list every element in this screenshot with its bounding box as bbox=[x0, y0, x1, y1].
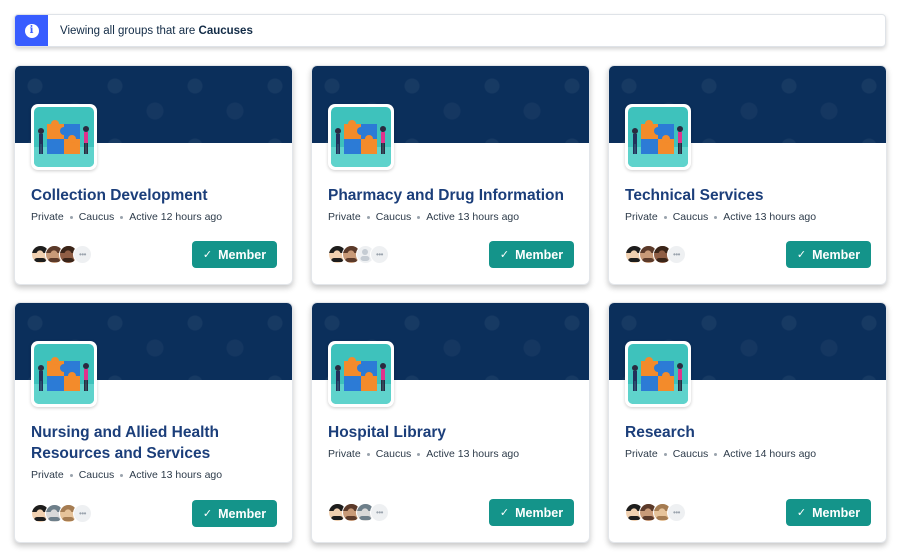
member-button[interactable]: ✓ Member bbox=[489, 499, 574, 526]
group-activity: Active 13 hours ago bbox=[723, 211, 817, 223]
group-title[interactable]: Nursing and Allied Health Resources and … bbox=[31, 422, 281, 464]
member-button[interactable]: ✓ Member bbox=[192, 241, 277, 268]
member-button[interactable]: ✓ Member bbox=[786, 499, 871, 526]
group-meta: Private Caucus Active 14 hours ago bbox=[625, 448, 816, 460]
check-icon: ✓ bbox=[796, 249, 807, 261]
member-button-label: Member bbox=[218, 506, 267, 521]
group-type: Caucus bbox=[672, 211, 709, 223]
group-members[interactable]: ••• bbox=[31, 504, 92, 523]
separator-dot bbox=[120, 215, 124, 219]
member-button-label: Member bbox=[515, 505, 564, 520]
group-meta: Private Caucus Active 12 hours ago bbox=[31, 211, 222, 223]
check-icon: ✓ bbox=[499, 249, 510, 261]
group-title[interactable]: Pharmacy and Drug Information bbox=[328, 185, 578, 206]
member-button-label: Member bbox=[515, 247, 564, 262]
group-title[interactable]: Research bbox=[625, 422, 875, 443]
notice-prefix: Viewing all groups that are bbox=[60, 24, 199, 37]
separator-dot bbox=[417, 452, 421, 456]
group-activity: Active 12 hours ago bbox=[129, 211, 223, 223]
member-button-label: Member bbox=[218, 247, 267, 262]
group-card[interactable]: Hospital Library Private Caucus Active 13 h… bbox=[311, 302, 590, 543]
more-members-icon[interactable]: ••• bbox=[370, 245, 389, 264]
group-members[interactable]: ••• bbox=[625, 503, 686, 522]
group-meta: Private Caucus Active 13 hours ago bbox=[31, 469, 222, 481]
separator-dot bbox=[69, 473, 73, 477]
notice-group-type: Caucuses bbox=[198, 24, 253, 37]
separator-dot bbox=[120, 473, 124, 477]
check-icon: ✓ bbox=[202, 508, 213, 520]
group-type: Caucus bbox=[375, 211, 412, 223]
group-avatar[interactable] bbox=[328, 341, 394, 407]
group-activity: Active 13 hours ago bbox=[426, 211, 520, 223]
group-card[interactable]: Technical Services Private Caucus Active 13… bbox=[608, 65, 887, 285]
notice-text: Viewing all groups that are Caucuses bbox=[60, 25, 253, 37]
group-puzzle-image bbox=[331, 344, 391, 404]
group-avatar[interactable] bbox=[625, 341, 691, 407]
separator-dot bbox=[69, 215, 73, 219]
group-activity: Active 13 hours ago bbox=[129, 469, 223, 481]
group-type: Caucus bbox=[78, 211, 115, 223]
group-avatar[interactable] bbox=[625, 104, 691, 170]
group-privacy: Private bbox=[31, 211, 64, 223]
group-puzzle-image bbox=[628, 107, 688, 167]
group-meta: Private Caucus Active 13 hours ago bbox=[328, 211, 519, 223]
group-activity: Active 13 hours ago bbox=[426, 448, 520, 460]
group-activity: Active 14 hours ago bbox=[723, 448, 817, 460]
group-card[interactable]: Research Private Caucus Active 14 hours ago… bbox=[608, 302, 887, 543]
group-title[interactable]: Collection Development bbox=[31, 185, 281, 206]
group-puzzle-image bbox=[34, 344, 94, 404]
more-members-icon[interactable]: ••• bbox=[667, 245, 686, 264]
check-icon: ✓ bbox=[202, 249, 213, 261]
member-button-label: Member bbox=[812, 505, 861, 520]
check-icon: ✓ bbox=[796, 507, 807, 519]
separator-dot bbox=[714, 215, 718, 219]
group-privacy: Private bbox=[328, 448, 361, 460]
group-members[interactable]: ••• bbox=[328, 503, 389, 522]
check-icon: ✓ bbox=[499, 507, 510, 519]
group-puzzle-image bbox=[34, 107, 94, 167]
separator-dot bbox=[663, 452, 667, 456]
group-card[interactable]: Collection Development Private Caucus Activ… bbox=[14, 65, 293, 285]
group-type: Caucus bbox=[375, 448, 412, 460]
separator-dot bbox=[417, 215, 421, 219]
group-members[interactable]: ••• bbox=[31, 245, 92, 264]
member-button[interactable]: ✓ Member bbox=[192, 500, 277, 527]
more-members-icon[interactable]: ••• bbox=[73, 504, 92, 523]
filter-notice: i Viewing all groups that are Caucuses bbox=[14, 14, 886, 47]
member-button[interactable]: ✓ Member bbox=[786, 241, 871, 268]
group-privacy: Private bbox=[625, 448, 658, 460]
group-meta: Private Caucus Active 13 hours ago bbox=[328, 448, 519, 460]
group-avatar[interactable] bbox=[31, 104, 97, 170]
group-title[interactable]: Hospital Library bbox=[328, 422, 578, 443]
separator-dot bbox=[366, 452, 370, 456]
group-members[interactable]: ••• bbox=[328, 245, 389, 264]
member-button-label: Member bbox=[812, 247, 861, 262]
separator-dot bbox=[663, 215, 667, 219]
separator-dot bbox=[366, 215, 370, 219]
group-puzzle-image bbox=[628, 344, 688, 404]
group-puzzle-image bbox=[331, 107, 391, 167]
group-members[interactable]: ••• bbox=[625, 245, 686, 264]
notice-icon-badge: i bbox=[15, 15, 48, 46]
group-privacy: Private bbox=[328, 211, 361, 223]
group-privacy: Private bbox=[625, 211, 658, 223]
more-members-icon[interactable]: ••• bbox=[667, 503, 686, 522]
more-members-icon[interactable]: ••• bbox=[73, 245, 92, 264]
group-avatar[interactable] bbox=[31, 341, 97, 407]
group-meta: Private Caucus Active 13 hours ago bbox=[625, 211, 816, 223]
group-avatar[interactable] bbox=[328, 104, 394, 170]
info-icon: i bbox=[24, 23, 39, 38]
group-type: Caucus bbox=[78, 469, 115, 481]
group-card[interactable]: Pharmacy and Drug Information Private Cauc… bbox=[311, 65, 590, 285]
group-privacy: Private bbox=[31, 469, 64, 481]
separator-dot bbox=[714, 452, 718, 456]
more-members-icon[interactable]: ••• bbox=[370, 503, 389, 522]
group-card[interactable]: Nursing and Allied Health Resources and … bbox=[14, 302, 293, 543]
group-type: Caucus bbox=[672, 448, 709, 460]
member-button[interactable]: ✓ Member bbox=[489, 241, 574, 268]
group-title[interactable]: Technical Services bbox=[625, 185, 875, 206]
